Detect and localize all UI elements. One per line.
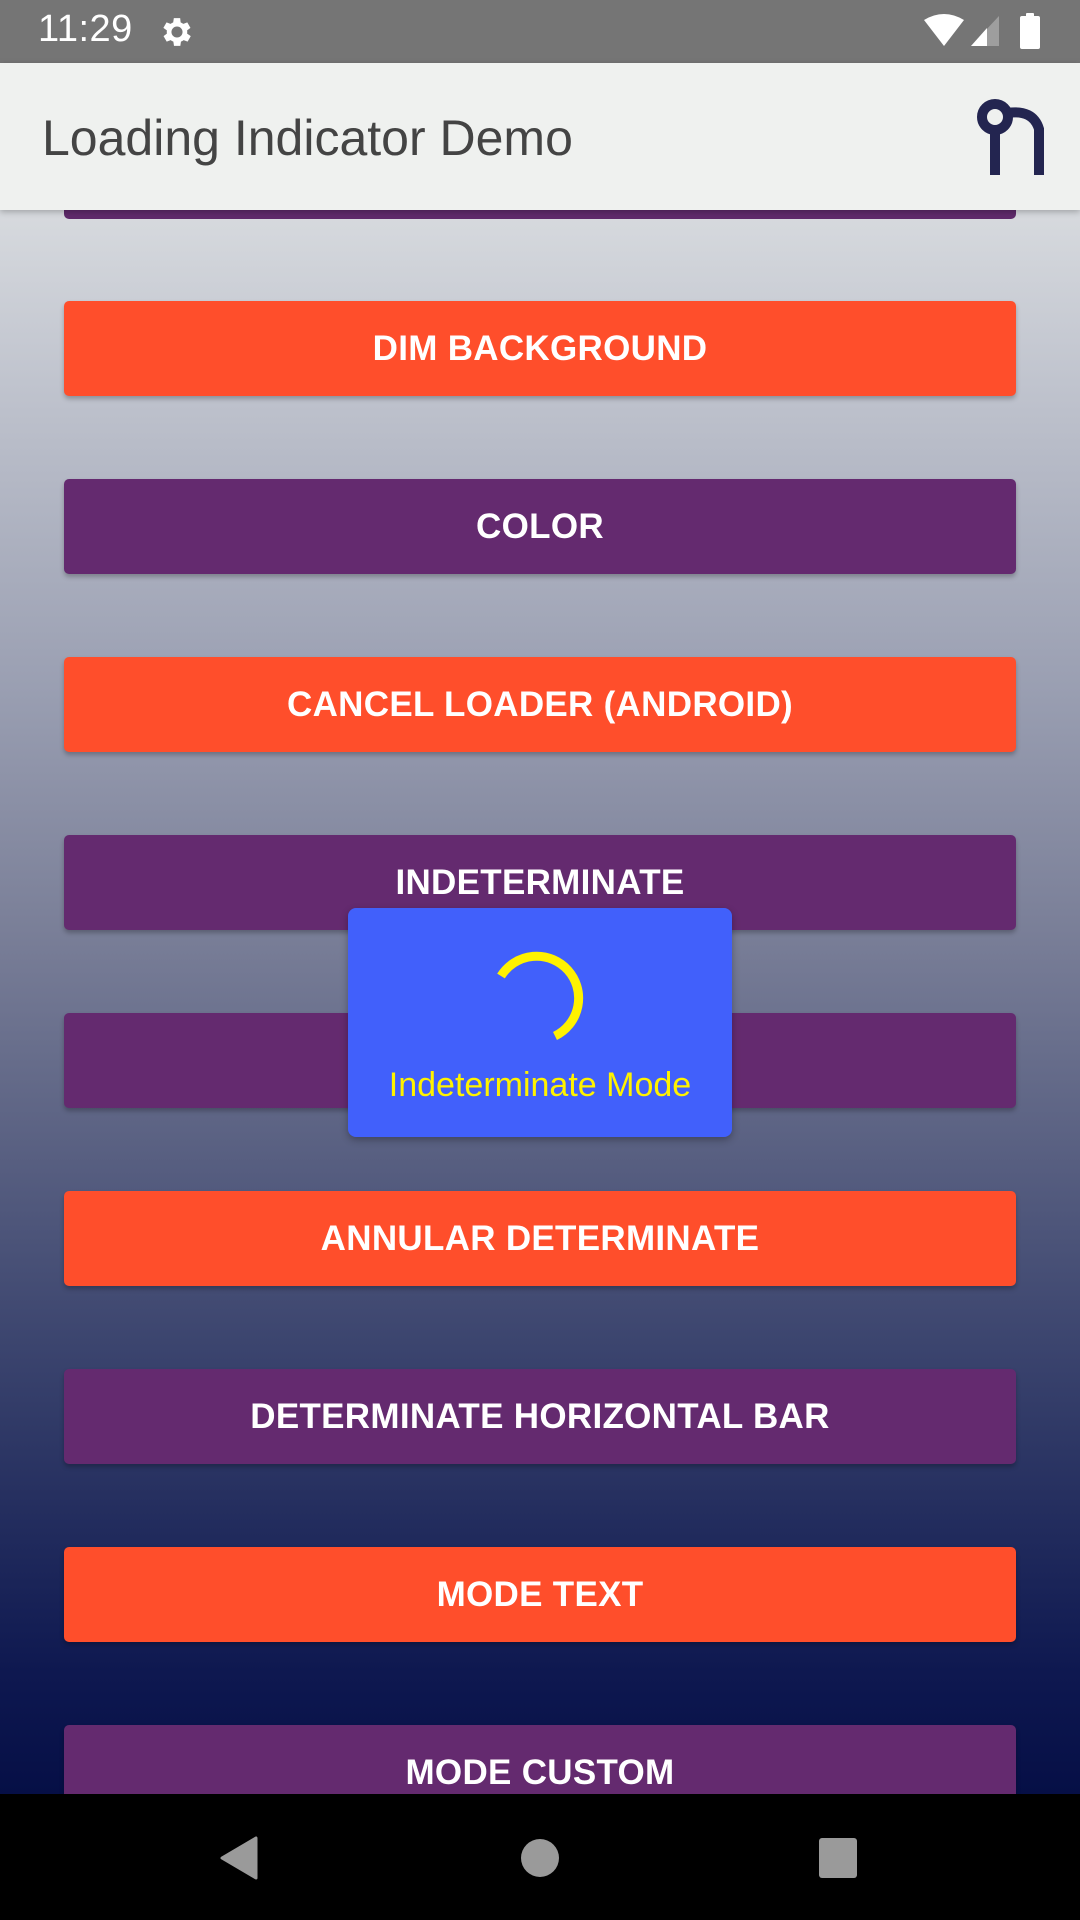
status-time: 11:29 — [38, 8, 133, 50]
settings-gear-icon — [163, 18, 191, 46]
loading-indicator-dialog: Indeterminate Mode — [348, 908, 732, 1137]
determinate-horizontal-bar-button[interactable]: DETERMINATE HORIZONTAL BAR — [64, 1369, 1016, 1464]
loader-message: Indeterminate Mode — [388, 1066, 692, 1104]
dim-background-button[interactable]: DIM BACKGROUND — [64, 301, 1016, 396]
wifi-icon — [924, 14, 964, 46]
mode-custom-button[interactable]: MODE CUSTOM — [64, 1725, 1016, 1794]
spinner-arc-icon — [497, 951, 584, 1041]
recents-square-icon[interactable] — [814, 1834, 862, 1882]
back-triangle-icon[interactable] — [214, 1834, 262, 1882]
battery-icon — [1020, 13, 1040, 49]
cancel-loader-android-button[interactable]: CANCEL LOADER (ANDROID) — [64, 657, 1016, 752]
home-circle-icon[interactable] — [516, 1834, 564, 1882]
color-button[interactable]: COLOR — [64, 479, 1016, 574]
app-title: Loading Indicator Demo — [42, 110, 573, 166]
annular-determinate-button[interactable]: ANNULAR DETERMINATE — [64, 1191, 1016, 1286]
cell-signal-icon — [971, 16, 999, 46]
n-logo-icon — [977, 99, 1044, 175]
app-bar: Loading Indicator Demo — [0, 63, 1080, 210]
navigation-bar — [0, 1794, 1080, 1920]
mode-text-button[interactable]: MODE TEXT — [64, 1547, 1016, 1642]
status-bar: 11:29 — [0, 0, 1080, 63]
